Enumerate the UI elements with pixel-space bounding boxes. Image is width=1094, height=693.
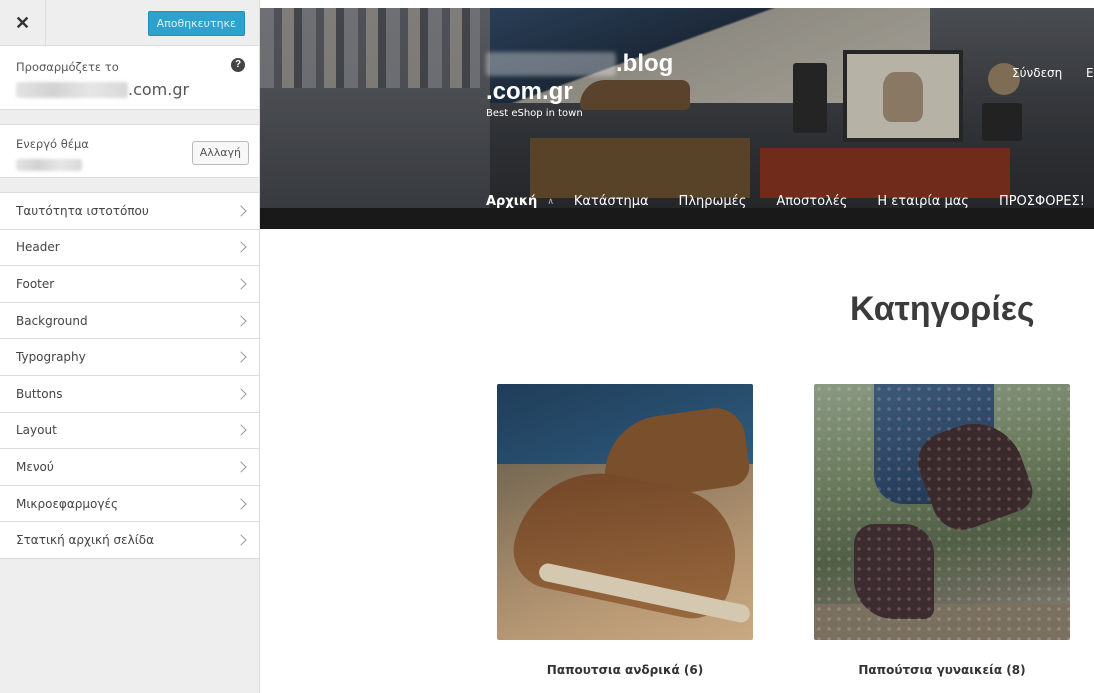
menu-item-label: Header	[16, 240, 60, 255]
chevron-right-icon	[235, 534, 247, 546]
chevron-right-icon	[235, 278, 247, 290]
site-branding[interactable]: .blog .com.gr Best eShop in town	[486, 50, 673, 119]
customizing-label: Προσαρμόζετε το	[16, 60, 119, 74]
page-title: Κατηγορίες	[850, 290, 1035, 328]
menu-item-label: Μενού	[16, 459, 54, 474]
menu-item-buttons[interactable]: Buttons	[0, 375, 259, 413]
menu-item-site-identity[interactable]: Ταυτότητα ιστοτόπου	[0, 193, 259, 230]
sidebar-gap	[0, 110, 259, 124]
menu-item-label: Footer	[16, 276, 55, 291]
chevron-right-icon	[235, 205, 247, 217]
menu-item-label: Layout	[16, 423, 57, 438]
active-theme-section: Ενεργό θέμα Αλλαγή	[0, 124, 259, 178]
menu-item-label: Typography	[16, 350, 86, 365]
menu-item-label: Μικροεφαρμογές	[16, 496, 118, 511]
site-info: Προσαρμόζετε το .com.gr ?	[0, 46, 259, 110]
photo-decor	[814, 384, 1070, 640]
chevron-right-icon	[235, 314, 247, 327]
close-button[interactable]: ✕	[0, 0, 46, 46]
menu-item-header[interactable]: Header	[0, 229, 259, 267]
chevron-right-icon	[235, 388, 247, 400]
caret-up-icon: ∧	[547, 196, 554, 207]
menu-item-label: Στατική αρχική σελίδα	[16, 533, 155, 548]
nav-item-shipping[interactable]: Αποστολές	[776, 194, 847, 209]
site-preview: .blog .com.gr Best eShop in town Σύνδεση…	[260, 0, 1094, 693]
header-link-truncated[interactable]: Ε	[1086, 66, 1094, 80]
save-button[interactable]: Αποθηκευτηκε	[147, 11, 245, 36]
nav-item-shop[interactable]: Κατάστημα	[574, 194, 649, 209]
menu-item-layout[interactable]: Layout	[0, 412, 259, 450]
menu-item-label: Ταυτότητα ιστοτόπου	[16, 203, 149, 218]
nav-item-payments[interactable]: Πληρωμές	[679, 194, 747, 209]
site-title-suffix: .blog	[616, 50, 674, 77]
chevron-right-icon	[235, 351, 247, 363]
sidebar-gap	[0, 178, 259, 192]
site-name: .com.gr	[16, 80, 243, 99]
menu-item-menus[interactable]: Μενού	[0, 449, 259, 486]
header-image: .blog .com.gr Best eShop in town Σύνδεση…	[260, 8, 1094, 229]
nav-item-home[interactable]: Αρχική	[486, 194, 537, 209]
customizer-sidebar: ✕ Αποθηκευτηκε Προσαρμόζετε το .com.gr ?…	[0, 0, 260, 693]
menu-item-static-front-page[interactable]: Στατική αρχική σελίδα	[0, 522, 259, 559]
chevron-right-icon	[235, 241, 247, 254]
help-icon[interactable]: ?	[231, 58, 245, 72]
menu-item-background[interactable]: Background	[0, 302, 259, 340]
blurred-theme-name	[16, 159, 82, 171]
site-tagline: Best eShop in town	[486, 108, 583, 119]
blurred-site-name	[16, 81, 128, 98]
category-caption-womens[interactable]: Παπούτσια γυναικεία (8)	[814, 663, 1070, 677]
category-caption-mens[interactable]: Παπουτσια ανδρικά (6)	[497, 663, 753, 677]
login-link[interactable]: Σύνδεση	[1012, 66, 1062, 80]
site-domain: .com.gr	[128, 80, 190, 99]
main-navigation: Αρχική ∧ Κατάστημα Πληρωμές Αποστολές Η …	[486, 194, 1094, 209]
menu-item-label: Buttons	[16, 386, 63, 401]
menu-item-widgets[interactable]: Μικροεφαρμογές	[0, 485, 259, 523]
chevron-right-icon	[235, 461, 247, 473]
close-icon: ✕	[14, 12, 31, 33]
customizer-window: ✕ Αποθηκευτηκε Προσαρμόζετε το .com.gr ?…	[0, 0, 1094, 693]
sidebar-header: ✕ Αποθηκευτηκε	[0, 0, 259, 46]
chevron-right-icon	[235, 424, 247, 437]
menu-item-footer[interactable]: Footer	[0, 266, 259, 303]
menu-item-typography[interactable]: Typography	[0, 339, 259, 376]
site-title: .blog	[486, 50, 673, 78]
category-image-mens-shoes[interactable]	[497, 384, 753, 640]
change-theme-button[interactable]: Αλλαγή	[191, 141, 249, 165]
nav-item-offers[interactable]: ΠΡΟΣΦΟΡΕΣ!	[999, 194, 1085, 209]
menu-item-label: Background	[16, 313, 88, 328]
customizer-menu: Ταυτότητα ιστοτόπου Header Footer Backgr…	[0, 192, 259, 559]
chevron-right-icon	[235, 497, 247, 510]
category-image-womens-shoes[interactable]	[814, 384, 1070, 640]
blurred-site-title	[486, 52, 616, 76]
site-title-tld: .com.gr	[486, 78, 573, 105]
nav-item-about[interactable]: Η εταιρία μας	[877, 194, 969, 209]
